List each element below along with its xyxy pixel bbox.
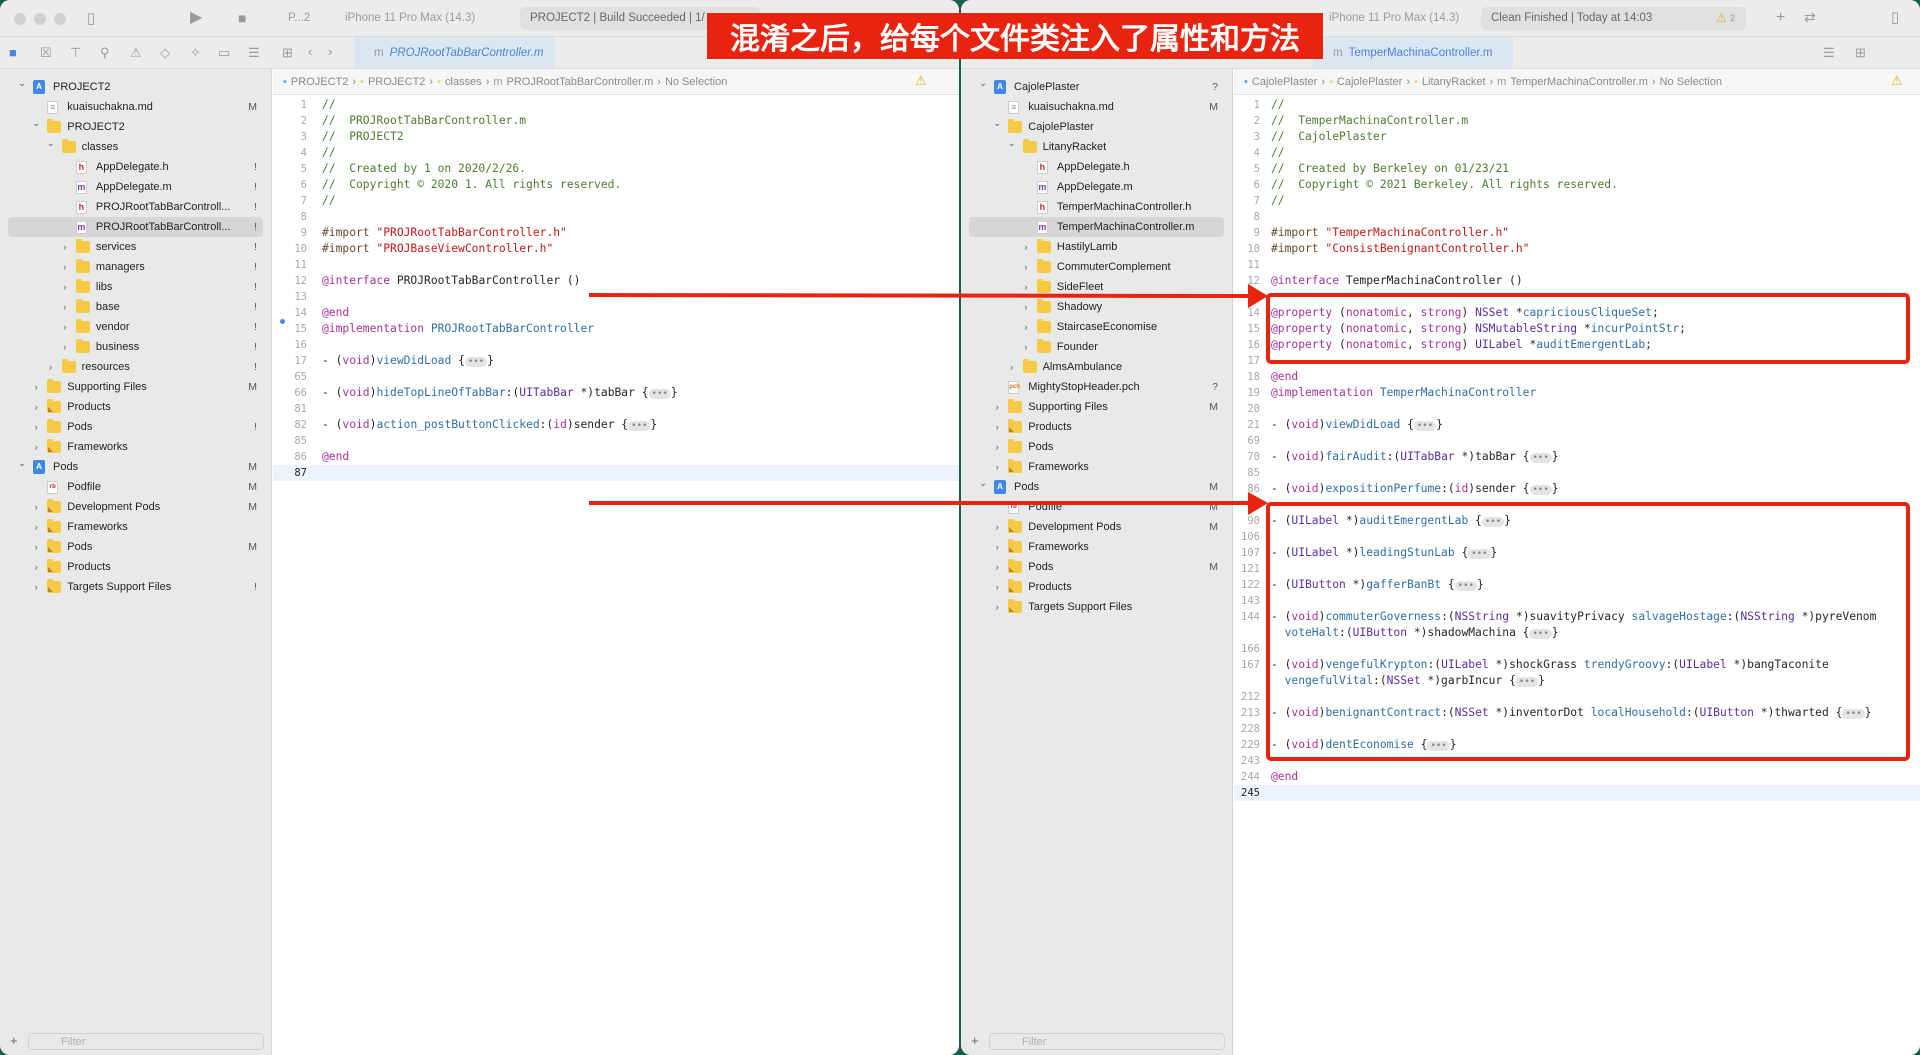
annotation-box-properties xyxy=(1266,293,1910,364)
annotation-arrow-properties xyxy=(588,293,1256,298)
arrowhead-icon xyxy=(1248,284,1268,308)
annotation-overlay xyxy=(588,284,1910,761)
annotation-banner: 混淆之后，给每个文件类注入了属性和方法 xyxy=(707,13,1323,59)
arrowhead-icon xyxy=(1248,492,1268,515)
annotation-box-methods xyxy=(1266,502,1910,761)
